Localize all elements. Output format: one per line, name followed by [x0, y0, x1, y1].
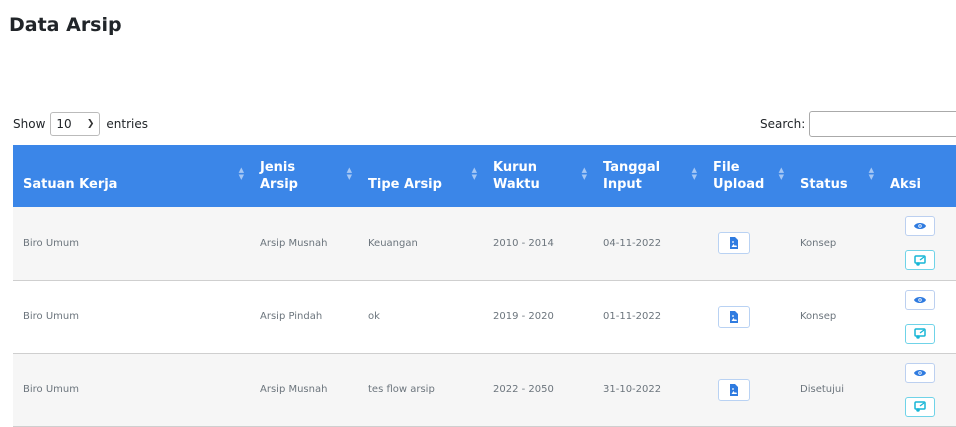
cell-status: Konsep	[800, 237, 837, 249]
entries-label: entries	[106, 117, 148, 131]
file-upload-button[interactable]	[718, 378, 750, 401]
file-image-icon	[730, 310, 738, 323]
table-row: Biro Umum Arsip Musnah Keuangan 2010 - 2…	[13, 207, 956, 280]
edit-button[interactable]	[905, 323, 935, 344]
col-file-upload[interactable]: File Upload ▲ ▼	[703, 145, 790, 207]
cell-file-upload	[703, 280, 790, 353]
sort-icon: ▲ ▼	[691, 166, 697, 181]
entries-length-control: Show 10 ❯ entries	[13, 112, 148, 136]
cell-tanggal-input: 31-10-2022	[603, 384, 662, 395]
cell-file-upload	[703, 207, 790, 280]
cell-satuan-kerja: Biro Umum	[23, 311, 79, 322]
col-tipe-arsip[interactable]: Tipe Arsip ▲ ▼	[358, 145, 483, 207]
file-upload-button[interactable]	[718, 232, 750, 255]
sort-icon: ▲ ▼	[346, 166, 352, 181]
cell-aksi	[880, 207, 956, 280]
col-jenis-arsip[interactable]: Jenis Arsip ▲ ▼	[250, 145, 358, 207]
file-image-icon	[730, 237, 738, 250]
cell-kurun-waktu: 2019 - 2020	[493, 311, 554, 322]
edit-icon	[913, 401, 926, 412]
archive-table: Satuan Kerja ▲ ▼ Jenis Arsip ▲ ▼ Tipe Arsip ▲ ▼…	[13, 145, 956, 427]
cell-aksi	[880, 280, 956, 353]
col-kurun-waktu[interactable]: Kurun Waktu ▲ ▼	[483, 145, 593, 207]
cell-tipe-arsip: tes flow arsip	[368, 384, 435, 395]
cell-kurun-waktu: 2022 - 2050	[493, 384, 554, 395]
cell-jenis-arsip: Arsip Pindah	[260, 311, 323, 322]
cell-satuan-kerja: Biro Umum	[23, 237, 79, 249]
page-title: Data Arsip	[9, 14, 122, 36]
eye-icon	[914, 296, 926, 303]
table-row: Biro Umum Arsip Musnah tes flow arsip 20…	[13, 353, 956, 426]
file-image-icon	[730, 383, 738, 396]
table-header-row: Satuan Kerja ▲ ▼ Jenis Arsip ▲ ▼ Tipe Arsip ▲ ▼…	[13, 145, 956, 207]
chevron-down-icon: ❯	[86, 119, 95, 129]
file-upload-button[interactable]	[718, 305, 750, 328]
col-status[interactable]: Status ▲ ▼	[790, 145, 880, 207]
cell-tanggal-input: 01-11-2022	[603, 311, 662, 322]
sort-icon: ▲ ▼	[581, 166, 587, 181]
cell-file-upload	[703, 353, 790, 426]
cell-kurun-waktu: 2010 - 2014	[493, 237, 554, 249]
sort-icon: ▲ ▼	[778, 166, 784, 181]
cell-jenis-arsip: Arsip Musnah	[260, 237, 328, 249]
edit-icon	[913, 255, 926, 266]
sort-icon: ▲ ▼	[471, 166, 477, 181]
col-aksi: Aksi	[890, 177, 921, 192]
eye-icon	[914, 369, 926, 376]
entries-select[interactable]: 10 ❯	[50, 112, 101, 136]
eye-icon	[914, 223, 926, 230]
view-button[interactable]	[905, 289, 935, 310]
search-label: Search:	[760, 117, 806, 131]
cell-tipe-arsip: ok	[368, 311, 380, 322]
view-button[interactable]	[905, 362, 935, 383]
cell-satuan-kerja: Biro Umum	[23, 384, 79, 395]
cell-aksi	[880, 353, 956, 426]
edit-icon	[913, 328, 926, 339]
col-satuan-kerja[interactable]: Satuan Kerja ▲ ▼	[13, 145, 250, 207]
edit-button[interactable]	[905, 250, 935, 271]
table-row: Biro Umum Arsip Pindah ok 2019 - 2020 01…	[13, 280, 956, 353]
cell-status: Disetujui	[800, 384, 844, 395]
entries-select-value: 10	[56, 117, 72, 131]
show-label: Show	[13, 117, 46, 131]
cell-status: Konsep	[800, 311, 837, 322]
cell-tipe-arsip: Keuangan	[368, 237, 418, 249]
view-button[interactable]	[905, 216, 935, 237]
cell-tanggal-input: 04-11-2022	[603, 237, 662, 249]
sort-icon: ▲ ▼	[238, 166, 244, 181]
cell-jenis-arsip: Arsip Musnah	[260, 384, 328, 395]
search-control: Search:	[760, 111, 956, 137]
sort-icon: ▲ ▼	[868, 166, 874, 181]
col-tanggal-input[interactable]: Tanggal Input ▲ ▼	[593, 145, 703, 207]
search-input[interactable]	[809, 111, 956, 137]
edit-button[interactable]	[905, 396, 935, 417]
